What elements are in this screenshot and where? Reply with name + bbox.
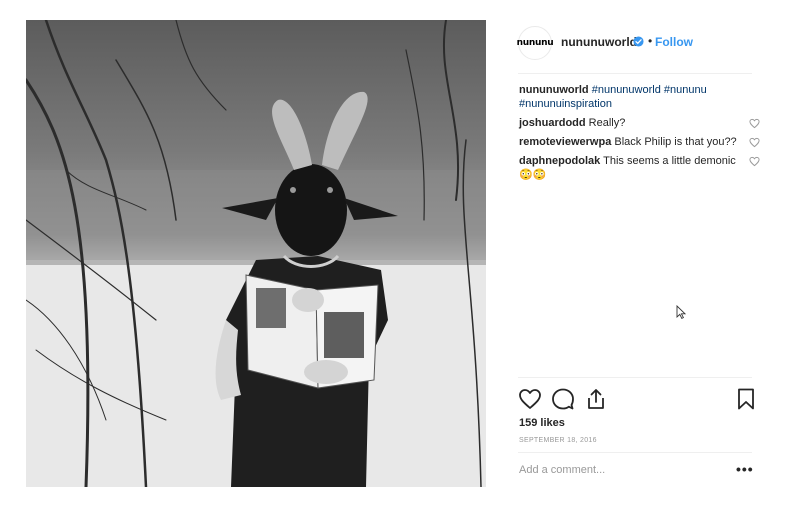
hashtag-link[interactable]: #nununu (664, 84, 707, 96)
post-date: SEPTEMBER 18, 2016 (519, 437, 597, 444)
likes-count[interactable]: 159 likes (519, 417, 565, 429)
post-photo[interactable] (26, 20, 486, 487)
comment-icon[interactable] (551, 387, 575, 411)
comment-text: Black Philip is that you?? (614, 136, 737, 148)
avatar[interactable]: nununu (517, 26, 554, 60)
divider (518, 377, 752, 378)
comment-like-heart-icon[interactable] (749, 156, 760, 167)
comment-username[interactable]: remoteviewerwpa (519, 136, 611, 148)
photo-illustration (26, 20, 486, 487)
comment-item: joshuardodd Really? (519, 116, 764, 130)
more-options-button[interactable]: ••• (736, 461, 754, 477)
action-bar (518, 387, 758, 413)
post-side-panel: nununu nununuworld • Follow nununuworld … (486, 20, 784, 487)
comments-list: nununuworld #nununuworld #nununu #nununu… (519, 83, 764, 187)
hashtag-link[interactable]: #nununuworld (592, 84, 661, 96)
hashtag-link[interactable]: #nununuinspiration (519, 98, 612, 110)
comment-username[interactable]: daphnepodolak (519, 155, 600, 167)
instagram-post: nununu nununuworld • Follow nununuworld … (26, 20, 784, 487)
header-username[interactable]: nununuworld (561, 35, 637, 49)
heart-icon[interactable] (518, 387, 542, 411)
divider (518, 73, 752, 74)
divider (518, 452, 752, 453)
comment-item: remoteviewerwpa Black Philip is that you… (519, 135, 764, 149)
comment-item: daphnepodolak This seems a little demoni… (519, 154, 764, 182)
comment-like-heart-icon[interactable] (749, 137, 760, 148)
follow-button[interactable]: Follow (655, 35, 693, 49)
share-icon[interactable] (584, 387, 608, 411)
separator-dot: • (648, 34, 653, 48)
mouse-cursor-icon (676, 305, 686, 319)
verified-badge-icon (633, 36, 644, 47)
comment-text: Really? (588, 117, 626, 129)
comment-username[interactable]: joshuardodd (519, 117, 586, 129)
post-header: nununu nununuworld • Follow (486, 20, 784, 72)
bookmark-icon[interactable] (734, 387, 758, 411)
add-comment-input[interactable] (519, 462, 719, 478)
comment-like-heart-icon[interactable] (749, 118, 760, 129)
caption: nununuworld #nununuworld #nununu #nununu… (519, 83, 764, 111)
caption-username[interactable]: nununuworld (519, 84, 589, 96)
